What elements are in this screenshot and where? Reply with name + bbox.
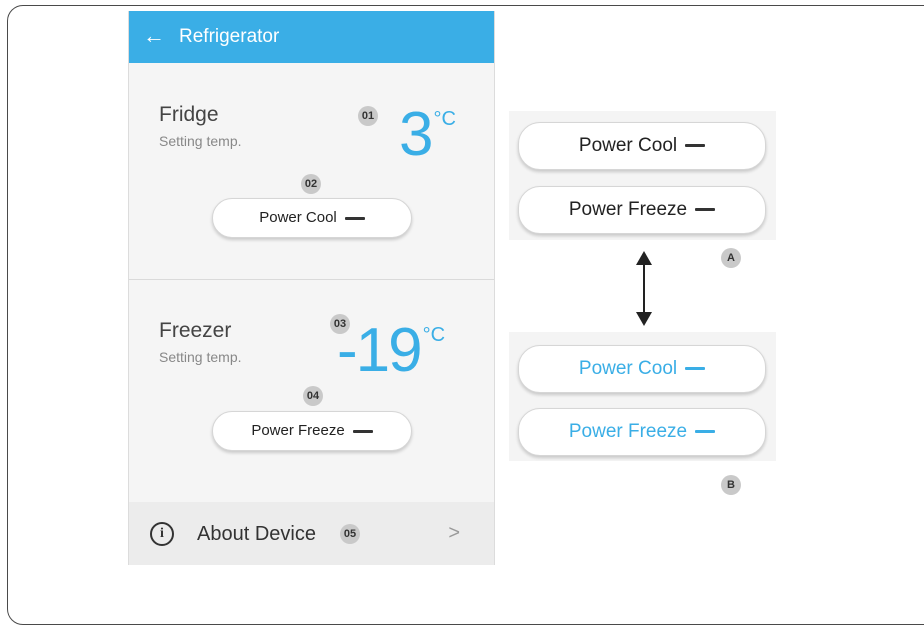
toggle-on-indicator — [695, 430, 716, 434]
arrow-down-icon — [636, 312, 652, 326]
power-cool-button[interactable]: Power Cool — [212, 198, 412, 238]
arrow-left-icon[interactable]: ← — [143, 22, 165, 50]
freezer-title: Freezer — [159, 319, 232, 342]
callout-badge: 01 — [358, 106, 378, 126]
legend-badge-b: B — [721, 475, 741, 495]
power-cool-label: Power Cool — [578, 358, 678, 379]
legend-off-state: Power Cool Power Freeze — [509, 111, 776, 240]
power-cool-button-on[interactable]: Power Cool — [518, 345, 766, 393]
fridge-temp-unit: °C — [433, 108, 456, 130]
fridge-subtitle: Setting temp. — [159, 133, 242, 149]
about-device-row[interactable]: i About Device 05 > — [129, 502, 494, 565]
toggle-off-indicator — [352, 429, 373, 433]
section-divider — [129, 279, 494, 280]
power-cool-label: Power Cool — [578, 135, 678, 156]
chevron-right-icon: > — [448, 522, 460, 544]
legend-on-state: Power Cool Power Freeze — [509, 332, 776, 461]
power-cool-button-off[interactable]: Power Cool — [518, 122, 766, 170]
power-freeze-label: Power Freeze — [568, 199, 688, 220]
fridge-title: Fridge — [159, 103, 219, 126]
phone-screen: ← Refrigerator Fridge Setting temp. 01 3… — [128, 11, 495, 565]
toggle-off-indicator — [695, 208, 716, 212]
power-freeze-button[interactable]: Power Freeze — [212, 411, 412, 451]
app-bar: ← Refrigerator — [129, 11, 494, 63]
info-icon: i — [150, 522, 174, 546]
freezer-temp-unit: °C — [422, 324, 446, 346]
power-freeze-label: Power Freeze — [568, 421, 688, 442]
power-freeze-label: Power Freeze — [251, 422, 345, 439]
fridge-temp-value: 3 — [399, 100, 434, 169]
toggle-on-indicator — [685, 367, 706, 371]
callout-badge: 05 — [340, 524, 360, 544]
callout-badge: 02 — [301, 174, 321, 194]
page-title: Refrigerator — [179, 26, 280, 47]
toggle-off-indicator — [685, 144, 706, 148]
callout-badge: 04 — [303, 386, 323, 406]
freezer-temperature[interactable]: -19 °C — [337, 320, 445, 382]
power-freeze-button-on[interactable]: Power Freeze — [518, 408, 766, 456]
power-cool-label: Power Cool — [259, 209, 337, 226]
power-freeze-button-off[interactable]: Power Freeze — [518, 186, 766, 234]
fridge-temperature[interactable]: 3 °C — [399, 104, 456, 166]
legend-badge-a: A — [721, 248, 741, 268]
about-device-label: About Device — [197, 523, 316, 545]
freezer-subtitle: Setting temp. — [159, 349, 242, 365]
freezer-temp-value: -19 — [337, 316, 423, 385]
double-arrow-shaft — [643, 253, 645, 321]
toggle-off-indicator — [344, 216, 365, 220]
